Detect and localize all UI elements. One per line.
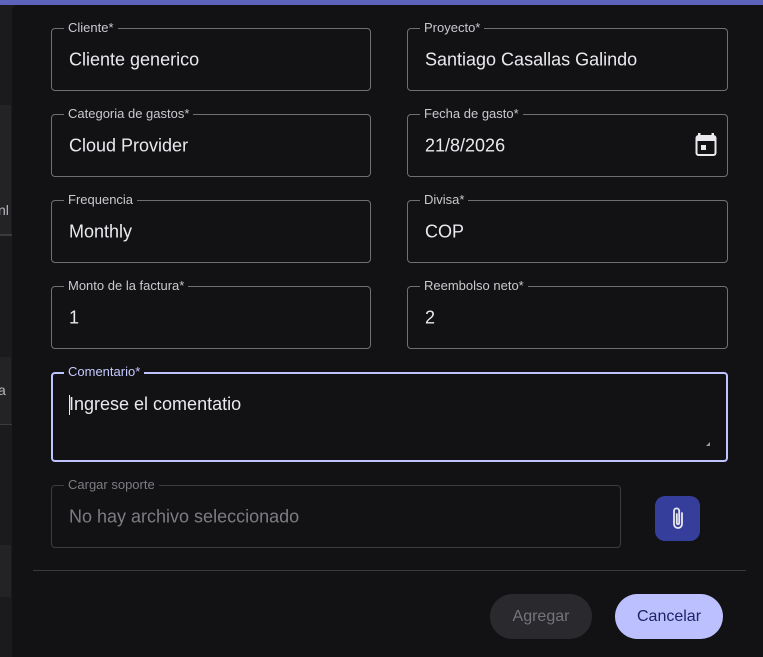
soporte-value: No hay archivo seleccionado (69, 506, 300, 526)
actions-divider (33, 570, 746, 571)
attach-file-button[interactable] (655, 496, 700, 541)
cancelar-button[interactable]: Cancelar (615, 594, 723, 639)
cliente-label: Cliente* (64, 20, 118, 36)
calendar-icon[interactable] (695, 133, 717, 157)
comentario-value: Ingrese el comentatio (69, 394, 242, 414)
fecha-field[interactable]: Fecha de gasto* 21/8/2026 (407, 106, 728, 177)
resize-handle-icon[interactable] (706, 442, 710, 446)
soporte-field: Cargar soporte No hay archivo selecciona… (51, 477, 621, 548)
frecuencia-value: Monthly (69, 221, 133, 241)
monto-field[interactable]: Monto de la factura* 1 (51, 278, 371, 349)
paperclip-icon (672, 507, 683, 529)
background-text: nl (0, 202, 9, 218)
cliente-field[interactable]: Cliente* Cliente generico (51, 20, 371, 91)
proyecto-field[interactable]: Proyecto* Santiago Casallas Galindo (407, 20, 728, 91)
background-text: a (0, 382, 6, 398)
frecuencia-label: Frequencia (64, 192, 138, 208)
agregar-button[interactable]: Agregar (490, 594, 592, 639)
cliente-value: Cliente generico (69, 49, 200, 69)
reembolso-label: Reembolso neto* (420, 278, 528, 294)
fecha-label: Fecha de gasto* (420, 106, 523, 122)
fecha-value: 21/8/2026 (425, 135, 506, 155)
background-tab-indicator (0, 234, 12, 236)
monto-label: Monto de la factura* (64, 278, 189, 294)
divisa-label: Divisa* (420, 192, 469, 208)
text-caret (69, 395, 70, 415)
comentario-label: Comentario* (64, 364, 145, 380)
background-panel (0, 545, 11, 597)
comentario-textarea[interactable]: Comentario* Ingrese el comentatio (51, 364, 728, 462)
divisa-value: COP (425, 221, 465, 241)
frecuencia-field[interactable]: Frequencia Monthly (51, 192, 371, 263)
expense-dialog: Cliente* Cliente generico Proyecto* Sant… (12, 5, 763, 657)
background-divider (0, 424, 12, 425)
divisa-field[interactable]: Divisa* COP (407, 192, 728, 263)
monto-value: 1 (69, 307, 80, 327)
proyecto-value: Santiago Casallas Galindo (425, 49, 638, 69)
categoria-field[interactable]: Categoria de gastos* Cloud Provider (51, 106, 371, 177)
categoria-value: Cloud Provider (69, 135, 189, 155)
reembolso-field[interactable]: Reembolso neto* 2 (407, 278, 728, 349)
soporte-label: Cargar soporte (64, 477, 159, 493)
proyecto-label: Proyecto* (420, 20, 485, 36)
reembolso-value: 2 (425, 307, 436, 327)
categoria-label: Categoria de gastos* (64, 106, 194, 122)
